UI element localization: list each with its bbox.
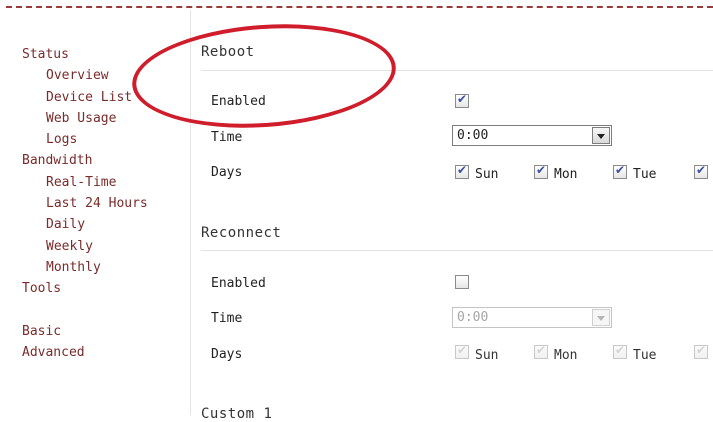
reboot-day-mon-checkbox[interactable] [534, 163, 548, 179]
sidebar-item-overview[interactable]: Overview [0, 65, 190, 86]
reboot-day-tue-checkbox[interactable] [613, 163, 627, 179]
sidebar-item-device-list[interactable]: Device List [0, 87, 190, 108]
reboot-divider [201, 70, 713, 71]
reconnect-days-label: Days [211, 347, 243, 362]
sidebar-nav: Status Overview Device List Web Usage Lo… [0, 44, 190, 363]
sidebar-item-basic[interactable]: Basic [0, 321, 190, 342]
dropdown-arrow-icon[interactable] [592, 127, 610, 144]
reboot-time-label: Time [211, 130, 243, 145]
reconnect-enabled-checkbox[interactable] [455, 275, 469, 289]
reboot-section-title: Reboot [201, 44, 255, 60]
reconnect-day-next-checkbox[interactable] [694, 343, 708, 359]
main-content: Reboot Enabled Time 0:00 Days Sun Mon Tu… [201, 10, 713, 422]
sidebar-item-monthly[interactable]: Monthly [0, 257, 190, 278]
reconnect-enabled-label: Enabled [211, 276, 266, 291]
reconnect-day-tue-label: Tue [633, 348, 657, 363]
reconnect-day-sun-label: Sun [475, 348, 499, 363]
reconnect-day-mon-checkbox[interactable] [534, 343, 548, 359]
reconnect-divider [201, 250, 713, 251]
custom-section-title: Custom 1 [201, 406, 273, 422]
reboot-day-tue-label: Tue [633, 167, 657, 182]
sidebar-item-status[interactable]: Status [0, 44, 190, 65]
sidebar-item-last-24-hours[interactable]: Last 24 Hours [0, 193, 190, 214]
dropdown-arrow-icon[interactable] [592, 309, 610, 326]
sidebar-item-web-usage[interactable]: Web Usage [0, 108, 190, 129]
reconnect-time-value: 0:00 [457, 310, 489, 325]
top-border [6, 6, 713, 8]
reboot-day-next-checkbox[interactable] [694, 163, 708, 179]
reboot-time-select[interactable]: 0:00 [452, 125, 612, 146]
reboot-days-label: Days [211, 165, 243, 180]
reboot-enabled-checkbox[interactable] [455, 92, 469, 108]
reconnect-day-sun-checkbox[interactable] [455, 343, 469, 359]
reconnect-time-label: Time [211, 311, 243, 326]
sidebar-item-bandwidth[interactable]: Bandwidth [0, 150, 190, 171]
reconnect-section-title: Reconnect [201, 225, 282, 241]
reboot-day-sun-label: Sun [475, 167, 499, 182]
sidebar-item-advanced[interactable]: Advanced [0, 342, 190, 363]
sidebar-item-weekly[interactable]: Weekly [0, 236, 190, 257]
sidebar-item-daily[interactable]: Daily [0, 214, 190, 235]
reconnect-day-mon-label: Mon [554, 348, 578, 363]
reboot-day-sun-checkbox[interactable] [455, 163, 469, 179]
reboot-day-mon-label: Mon [554, 167, 578, 182]
sidebar-item-real-time[interactable]: Real-Time [0, 172, 190, 193]
sidebar: Status Overview Device List Web Usage Lo… [0, 10, 191, 415]
reboot-enabled-label: Enabled [211, 94, 266, 109]
sidebar-item-tools[interactable]: Tools [0, 278, 190, 299]
reboot-time-value: 0:00 [457, 128, 489, 143]
sidebar-item-logs[interactable]: Logs [0, 129, 190, 150]
reconnect-day-tue-checkbox[interactable] [613, 343, 627, 359]
reconnect-time-select[interactable]: 0:00 [452, 307, 612, 328]
